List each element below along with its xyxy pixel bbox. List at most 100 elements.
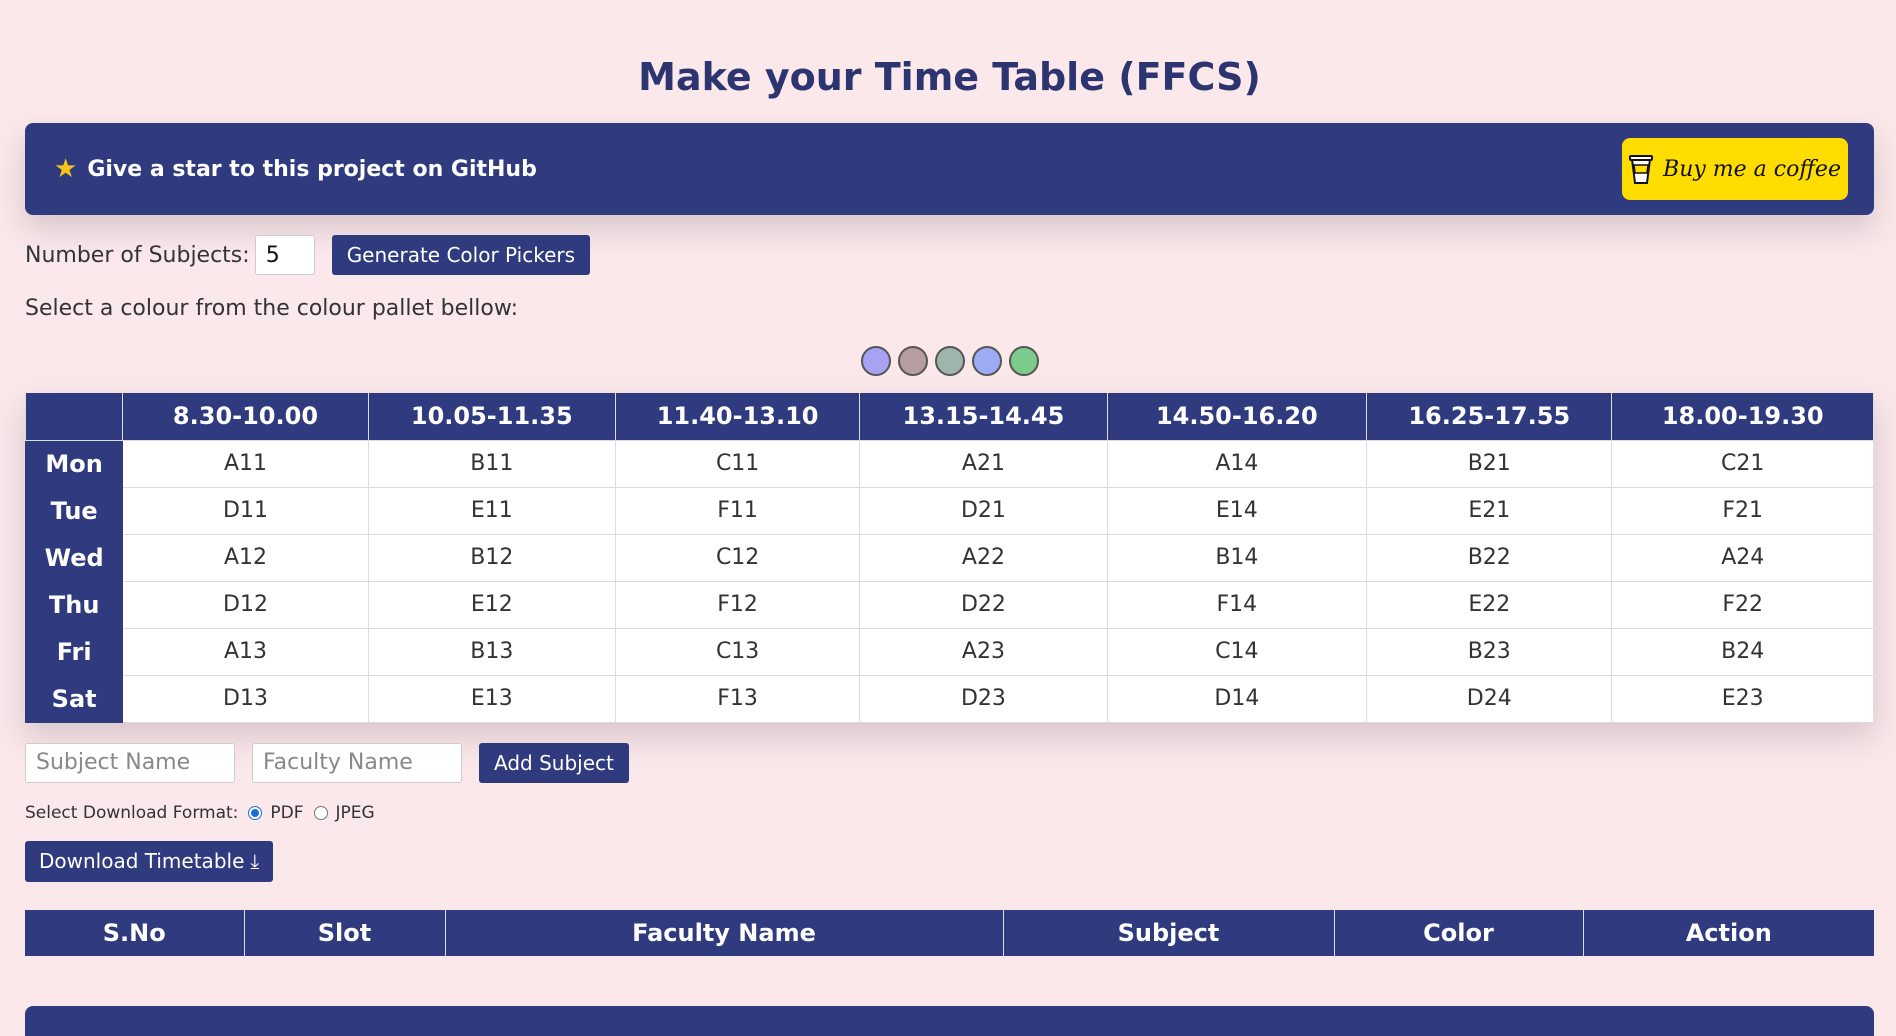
star-icon: ★ xyxy=(54,154,78,184)
header-faculty-name: Faculty Name xyxy=(444,909,1003,956)
slot-cell[interactable]: D23 xyxy=(859,674,1108,723)
subject-name-input[interactable] xyxy=(25,742,235,783)
timetable: 8.30-10.00 10.05-11.35 11.40-13.10 13.15-14… xyxy=(24,393,1874,723)
slot-cell[interactable]: A12 xyxy=(122,533,369,582)
timetable-row: Tue D11 E11 F11 D21 E14 E21 F21 xyxy=(24,486,1874,535)
add-subject-button[interactable]: Add Subject xyxy=(479,742,629,783)
slot-cell[interactable]: E13 xyxy=(367,674,616,723)
slot-cell[interactable]: C14 xyxy=(1106,627,1368,676)
download-format-label: Select Download Format: xyxy=(25,802,239,823)
slot-cell[interactable]: E14 xyxy=(1106,486,1368,535)
pdf-radio[interactable] xyxy=(248,805,263,820)
download-icon: ⤓ xyxy=(250,849,260,873)
footer-bar xyxy=(25,1006,1874,1036)
slot-cell[interactable]: A11 xyxy=(122,439,369,488)
generate-color-pickers-button[interactable]: Generate Color Pickers xyxy=(331,235,591,275)
timetable-row: Thu D12 E12 F12 D22 F14 E22 F22 xyxy=(24,580,1874,629)
time-header: 11.40-13.10 xyxy=(614,393,861,441)
pdf-option-label: PDF xyxy=(270,802,304,823)
day-label: Fri xyxy=(24,627,124,676)
timetable-row: Fri A13 B13 C13 A23 C14 B23 B24 xyxy=(24,627,1874,676)
slot-cell[interactable]: F13 xyxy=(614,674,861,723)
slot-cell[interactable]: B22 xyxy=(1366,533,1613,582)
subjects-table: S.No Slot Faculty Name Subject Color Act… xyxy=(25,909,1874,956)
subjects-count-input[interactable] xyxy=(254,235,315,275)
time-header: 8.30-10.00 xyxy=(122,393,369,441)
slot-cell[interactable]: A13 xyxy=(122,627,369,676)
slot-cell[interactable]: A23 xyxy=(859,627,1108,676)
slot-cell[interactable]: F12 xyxy=(614,580,861,629)
slot-cell[interactable]: B14 xyxy=(1106,533,1368,582)
timetable-row: Mon A11 B11 C11 A21 A14 B21 C21 xyxy=(24,439,1874,488)
timetable-row: Sat D13 E13 F13 D23 D14 D24 E23 xyxy=(24,674,1874,723)
download-timetable-button[interactable]: Download Timetable ⤓ xyxy=(25,840,274,882)
slot-cell[interactable]: C12 xyxy=(614,533,861,582)
color-swatch-4[interactable] xyxy=(971,346,1002,376)
slot-cell[interactable]: B21 xyxy=(1366,439,1613,488)
slot-cell[interactable]: F21 xyxy=(1611,486,1874,535)
page-title: Make your Time Table (FFCS) xyxy=(638,55,1261,99)
coffee-cup-icon xyxy=(1629,155,1654,184)
header-subject: Subject xyxy=(1002,909,1334,956)
download-button-label: Download Timetable xyxy=(39,849,245,873)
slot-cell[interactable]: F11 xyxy=(614,486,861,535)
slot-cell[interactable]: B12 xyxy=(367,533,616,582)
day-label: Sat xyxy=(24,674,124,723)
time-header: 13.15-14.45 xyxy=(859,393,1108,441)
slot-cell[interactable]: E22 xyxy=(1366,580,1613,629)
slot-cell[interactable]: D14 xyxy=(1106,674,1368,723)
color-swatch-5[interactable] xyxy=(1008,346,1039,376)
github-star-text: Give a star to this project on GitHub xyxy=(87,156,537,182)
header-color: Color xyxy=(1333,909,1583,956)
jpeg-radio[interactable] xyxy=(313,805,328,820)
day-label: Tue xyxy=(24,486,124,535)
slot-cell[interactable]: D13 xyxy=(122,674,369,723)
timetable-row: Wed A12 B12 C12 A22 B14 B22 A24 xyxy=(24,533,1874,582)
slot-cell[interactable]: A14 xyxy=(1106,439,1368,488)
slot-cell[interactable]: D12 xyxy=(122,580,369,629)
slot-cell[interactable]: B23 xyxy=(1366,627,1613,676)
subjects-count-label: Number of Subjects: xyxy=(25,242,250,268)
jpeg-option-label: JPEG xyxy=(335,802,375,823)
color-swatch-1[interactable] xyxy=(860,346,891,376)
slot-cell[interactable]: E12 xyxy=(367,580,616,629)
slot-cell[interactable]: D22 xyxy=(859,580,1108,629)
header-slot: Slot xyxy=(243,909,445,956)
slot-cell[interactable]: E21 xyxy=(1366,486,1613,535)
slot-cell[interactable]: D21 xyxy=(859,486,1108,535)
coffee-text: Buy me a coffee xyxy=(1663,156,1841,182)
slot-cell[interactable]: B11 xyxy=(367,439,616,488)
slot-cell[interactable]: D24 xyxy=(1366,674,1613,723)
slot-cell[interactable]: C13 xyxy=(614,627,861,676)
header-sno: S.No xyxy=(25,909,244,956)
color-swatch-3[interactable] xyxy=(934,346,965,376)
day-label: Wed xyxy=(24,533,124,582)
slot-cell[interactable]: B13 xyxy=(367,627,616,676)
slot-cell[interactable]: C21 xyxy=(1611,439,1874,488)
slot-cell[interactable]: C11 xyxy=(614,439,861,488)
time-header: 10.05-11.35 xyxy=(367,393,616,441)
time-header: 16.25-17.55 xyxy=(1366,393,1613,441)
corner-header xyxy=(24,393,124,441)
slot-cell[interactable]: D11 xyxy=(122,486,369,535)
slot-cell[interactable]: E23 xyxy=(1611,674,1874,723)
faculty-name-input[interactable] xyxy=(252,742,462,783)
slot-cell[interactable]: F14 xyxy=(1106,580,1368,629)
slot-cell[interactable]: E11 xyxy=(367,486,616,535)
github-star-link[interactable]: ★ Give a star to this project on GitHub xyxy=(54,156,537,182)
download-format-group: Select Download Format: PDF JPEG xyxy=(25,798,1874,828)
time-header: 14.50-16.20 xyxy=(1106,393,1368,441)
time-header: 18.00-19.30 xyxy=(1611,393,1874,441)
day-label: Thu xyxy=(24,580,124,629)
color-swatch-2[interactable] xyxy=(897,346,928,376)
slot-cell[interactable]: B24 xyxy=(1611,627,1874,676)
slot-cell[interactable]: A24 xyxy=(1611,533,1874,582)
day-label: Mon xyxy=(24,439,124,488)
slot-cell[interactable]: A22 xyxy=(859,533,1108,582)
slot-cell[interactable]: F22 xyxy=(1611,580,1874,629)
buy-me-a-coffee-button[interactable]: Buy me a coffee xyxy=(1622,138,1848,200)
pallet-instruction: Select a colour from the colour pallet b… xyxy=(25,296,519,321)
color-pallet xyxy=(25,346,1874,376)
top-banner: ★ Give a star to this project on GitHub … xyxy=(25,123,1874,215)
slot-cell[interactable]: A21 xyxy=(859,439,1108,488)
